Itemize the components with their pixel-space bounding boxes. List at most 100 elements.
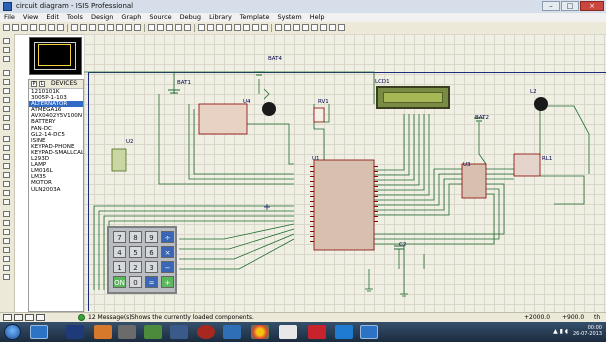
arc-2d-icon[interactable]	[3, 238, 10, 244]
bus-icon[interactable]	[3, 115, 10, 121]
new-sheet-icon[interactable]	[302, 24, 309, 31]
redo-icon[interactable]	[157, 24, 164, 31]
junction-dot-icon[interactable]	[3, 88, 10, 94]
subcircuit-icon[interactable]	[3, 124, 10, 130]
menu-graph[interactable]: Graph	[117, 13, 145, 22]
selection-mode-icon[interactable]	[3, 70, 10, 76]
taskbar-isis-icon[interactable]	[360, 325, 378, 339]
packaging-icon[interactable]	[252, 24, 259, 31]
menu-template[interactable]: Template	[236, 13, 274, 22]
device-list[interactable]: 1210101K 3005P-1-103 ALTERNATOR ATMEGA16 AVX…	[29, 89, 83, 209]
keypad-key[interactable]: 1	[113, 261, 126, 273]
system-tray-icons[interactable]: ▲ ▮ ◖	[553, 328, 568, 335]
keypad-key[interactable]: 4	[113, 246, 126, 258]
zoom-area-icon[interactable]	[134, 24, 141, 31]
menu-system[interactable]: System	[273, 13, 305, 22]
menu-edit[interactable]: Edit	[42, 13, 63, 22]
taskbar-chrome-icon[interactable]	[251, 325, 269, 339]
wire-autorouter-icon[interactable]	[275, 24, 282, 31]
overview-view-frame[interactable]	[38, 44, 71, 66]
symbol-2d-icon[interactable]	[3, 265, 10, 271]
menu-source[interactable]: Source	[145, 13, 175, 22]
menu-library[interactable]: Library	[205, 13, 236, 22]
taskbar-matlab-icon[interactable]	[94, 325, 112, 339]
keypad-key[interactable]: 3	[145, 261, 158, 273]
taskbar-app-icon[interactable]	[170, 325, 188, 339]
start-button[interactable]	[4, 324, 21, 340]
device-list-item[interactable]: ULN2003A	[29, 187, 83, 193]
zoom-in-icon[interactable]	[107, 24, 114, 31]
taskbar-app-icon[interactable]	[197, 325, 215, 339]
taskbar-app-icon[interactable]	[223, 325, 241, 339]
undo-icon[interactable]	[148, 24, 155, 31]
menu-file[interactable]: File	[0, 13, 19, 22]
copy-icon[interactable]	[175, 24, 182, 31]
box-2d-icon[interactable]	[3, 220, 10, 226]
keypad-key[interactable]: 8	[129, 231, 142, 243]
keypad-key[interactable]: ÷	[161, 231, 174, 243]
search-icon[interactable]	[284, 24, 291, 31]
remove-sheet-icon[interactable]	[311, 24, 318, 31]
taskbar-app-icon[interactable]	[144, 325, 162, 339]
rotate-ccw-icon[interactable]	[3, 47, 10, 53]
grid-icon[interactable]	[80, 24, 87, 31]
menu-tools[interactable]: Tools	[63, 13, 87, 22]
maximize-button[interactable]: □	[561, 1, 579, 11]
text-script-icon[interactable]	[3, 106, 10, 112]
pause-icon[interactable]	[25, 314, 34, 321]
voltage-probe-icon[interactable]	[3, 181, 10, 187]
keypad-key[interactable]: 2	[129, 261, 142, 273]
block-move-icon[interactable]	[207, 24, 214, 31]
keypad-key[interactable]: −	[161, 261, 174, 273]
print-icon[interactable]	[48, 24, 55, 31]
wire-label-icon[interactable]	[3, 97, 10, 103]
taskbar-app-icon[interactable]	[279, 325, 297, 339]
step-icon[interactable]	[14, 314, 23, 321]
rotate-cw-icon[interactable]	[3, 38, 10, 44]
taskbar-word-icon[interactable]	[66, 325, 84, 339]
play-icon[interactable]	[3, 314, 12, 321]
bill-of-materials-icon[interactable]	[320, 24, 327, 31]
mirror-x-icon[interactable]	[3, 56, 10, 62]
save-icon[interactable]	[21, 24, 28, 31]
device-pins-icon[interactable]	[3, 145, 10, 151]
menu-help[interactable]: Help	[306, 13, 329, 22]
message-status-icon[interactable]	[78, 314, 85, 321]
zoom-out-icon[interactable]	[116, 24, 123, 31]
current-probe-icon[interactable]	[3, 190, 10, 196]
pick-device-icon[interactable]	[234, 24, 241, 31]
menu-view[interactable]: View	[19, 13, 42, 22]
import-icon[interactable]	[30, 24, 37, 31]
keypad-key[interactable]: 6	[145, 246, 158, 258]
block-delete-icon[interactable]	[225, 24, 232, 31]
keypad-component[interactable]: 7 8 9 ÷ 4 5 6 × 1 2 3− ON 0 = +	[107, 226, 177, 294]
property-tool-icon[interactable]	[293, 24, 300, 31]
pick-devices-button[interactable]: P	[31, 81, 37, 87]
keypad-key[interactable]: 9	[145, 231, 158, 243]
minimize-button[interactable]: –	[542, 1, 560, 11]
keypad-key[interactable]: 0	[129, 276, 142, 288]
path-2d-icon[interactable]	[3, 247, 10, 253]
keypad-key[interactable]: ×	[161, 246, 174, 258]
make-device-icon[interactable]	[243, 24, 250, 31]
graph-icon[interactable]	[3, 154, 10, 160]
keypad-key[interactable]: 5	[129, 246, 142, 258]
new-file-icon[interactable]	[3, 24, 10, 31]
circle-2d-icon[interactable]	[3, 229, 10, 235]
netlist-to-ares-icon[interactable]	[338, 24, 345, 31]
keypad-key[interactable]: 7	[113, 231, 126, 243]
pan-icon[interactable]	[98, 24, 105, 31]
cut-icon[interactable]	[166, 24, 173, 31]
text-2d-icon[interactable]	[3, 256, 10, 262]
block-copy-icon[interactable]	[198, 24, 205, 31]
origin-icon[interactable]	[89, 24, 96, 31]
system-clock[interactable]: 00:00 26-07-2013	[573, 325, 602, 337]
taskbar-app-icon[interactable]	[118, 325, 136, 339]
line-2d-icon[interactable]	[3, 211, 10, 217]
tape-recorder-icon[interactable]	[3, 163, 10, 169]
zoom-all-icon[interactable]	[125, 24, 132, 31]
redraw-icon[interactable]	[71, 24, 78, 31]
taskbar-isis-icon[interactable]	[30, 325, 48, 339]
marker-2d-icon[interactable]	[3, 274, 10, 280]
menu-debug[interactable]: Debug	[176, 13, 205, 22]
